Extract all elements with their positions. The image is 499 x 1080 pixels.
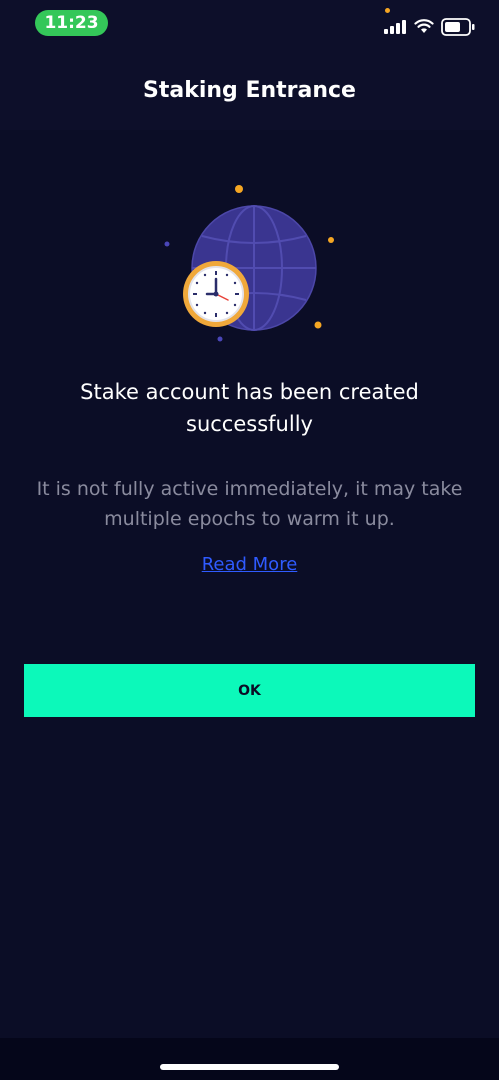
screen: 11:23 Staking Entrance Stake account has… <box>0 0 499 1080</box>
decor-dot <box>217 336 223 342</box>
wifi-icon <box>414 19 434 33</box>
clock-icon <box>183 261 249 327</box>
status-indicator-dot <box>385 8 390 13</box>
bottom-bar <box>0 1038 499 1080</box>
ok-button[interactable]: OK <box>24 664 475 717</box>
warmup-description: It is not fully active immediately, it m… <box>36 478 463 530</box>
stake-illustration <box>164 185 334 342</box>
decor-dot <box>328 237 334 243</box>
decor-dot <box>164 241 170 247</box>
decor-dot <box>314 321 322 329</box>
read-more-link[interactable]: Read More <box>0 554 499 575</box>
signal-icon <box>384 20 406 34</box>
battery-icon <box>441 18 475 36</box>
status-time: 11:23 <box>35 10 108 36</box>
page-title: Staking Entrance <box>143 78 356 103</box>
decor-dot <box>235 185 243 193</box>
status-bar: 11:23 <box>0 0 499 48</box>
home-indicator[interactable] <box>160 1064 339 1070</box>
success-headline: Stake account has been created successfu… <box>80 380 419 436</box>
